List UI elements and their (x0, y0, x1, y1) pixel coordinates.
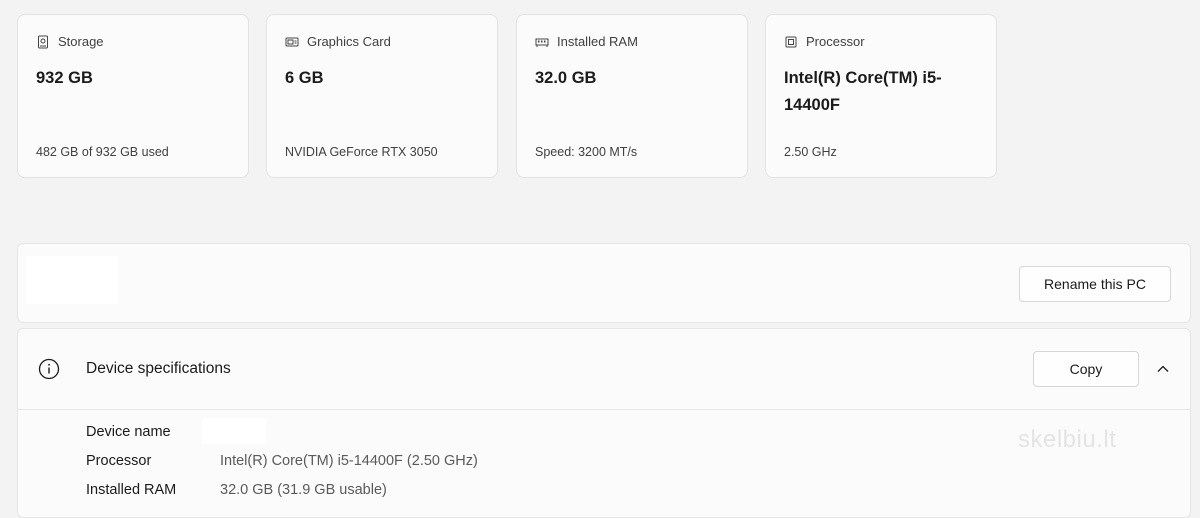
installed-ram-value: 32.0 GB (535, 69, 597, 87)
graphics-card-model: NVIDIA GeForce RTX 3050 (285, 145, 438, 159)
graphics-card-icon (285, 37, 299, 46)
installed-ram-card: Installed RAM 32.0 GB Speed: 3200 MT/s (516, 14, 748, 178)
device-specifications-header[interactable]: Device specifications Copy (18, 329, 1190, 410)
spec-value[interactable]: Intel(R) Core(TM) i5-14400F (2.50 GHz) (220, 453, 478, 469)
processor-value: Intel(R) Core(TM) i5-14400F (784, 69, 942, 114)
storage-title: Storage (58, 34, 104, 49)
spec-label: Installed RAM (86, 482, 177, 498)
chevron-up-icon[interactable] (1156, 362, 1170, 376)
device-specifications-title: Device specifications (86, 360, 231, 377)
watermark: skelbiu.lt (1018, 426, 1117, 453)
rename-section: Rename this PC (17, 243, 1191, 323)
processor-card: Processor Intel(R) Core(TM) i5-14400F 2.… (765, 14, 997, 178)
rename-pc-button[interactable]: Rename this PC (1019, 266, 1171, 302)
spec-value[interactable]: 32.0 GB (31.9 GB usable) (220, 482, 387, 498)
storage-usage: 482 GB of 932 GB used (36, 145, 169, 159)
copy-button[interactable]: Copy (1033, 351, 1139, 387)
storage-value: 932 GB (36, 69, 93, 87)
processor-title: Processor (806, 34, 865, 49)
storage-card: Storage 932 GB 482 GB of 932 GB used (17, 14, 249, 178)
ram-icon (535, 38, 549, 47)
spec-label: Device name (86, 424, 171, 440)
storage-icon (38, 35, 48, 48)
installed-ram-speed: Speed: 3200 MT/s (535, 145, 638, 159)
device-specifications-panel: Device specifications Copy Device name P… (17, 328, 1191, 518)
graphics-card-card: Graphics Card 6 GB NVIDIA GeForce RTX 30… (266, 14, 498, 178)
processor-icon (785, 36, 797, 47)
spec-label: Processor (86, 453, 152, 469)
device-name-value-redacted (202, 418, 266, 444)
processor-speed: 2.50 GHz (784, 145, 837, 159)
info-icon (38, 358, 60, 380)
graphics-card-title: Graphics Card (307, 34, 391, 49)
graphics-card-value: 6 GB (285, 69, 324, 87)
device-name-redacted (26, 256, 118, 304)
installed-ram-title: Installed RAM (557, 34, 638, 49)
